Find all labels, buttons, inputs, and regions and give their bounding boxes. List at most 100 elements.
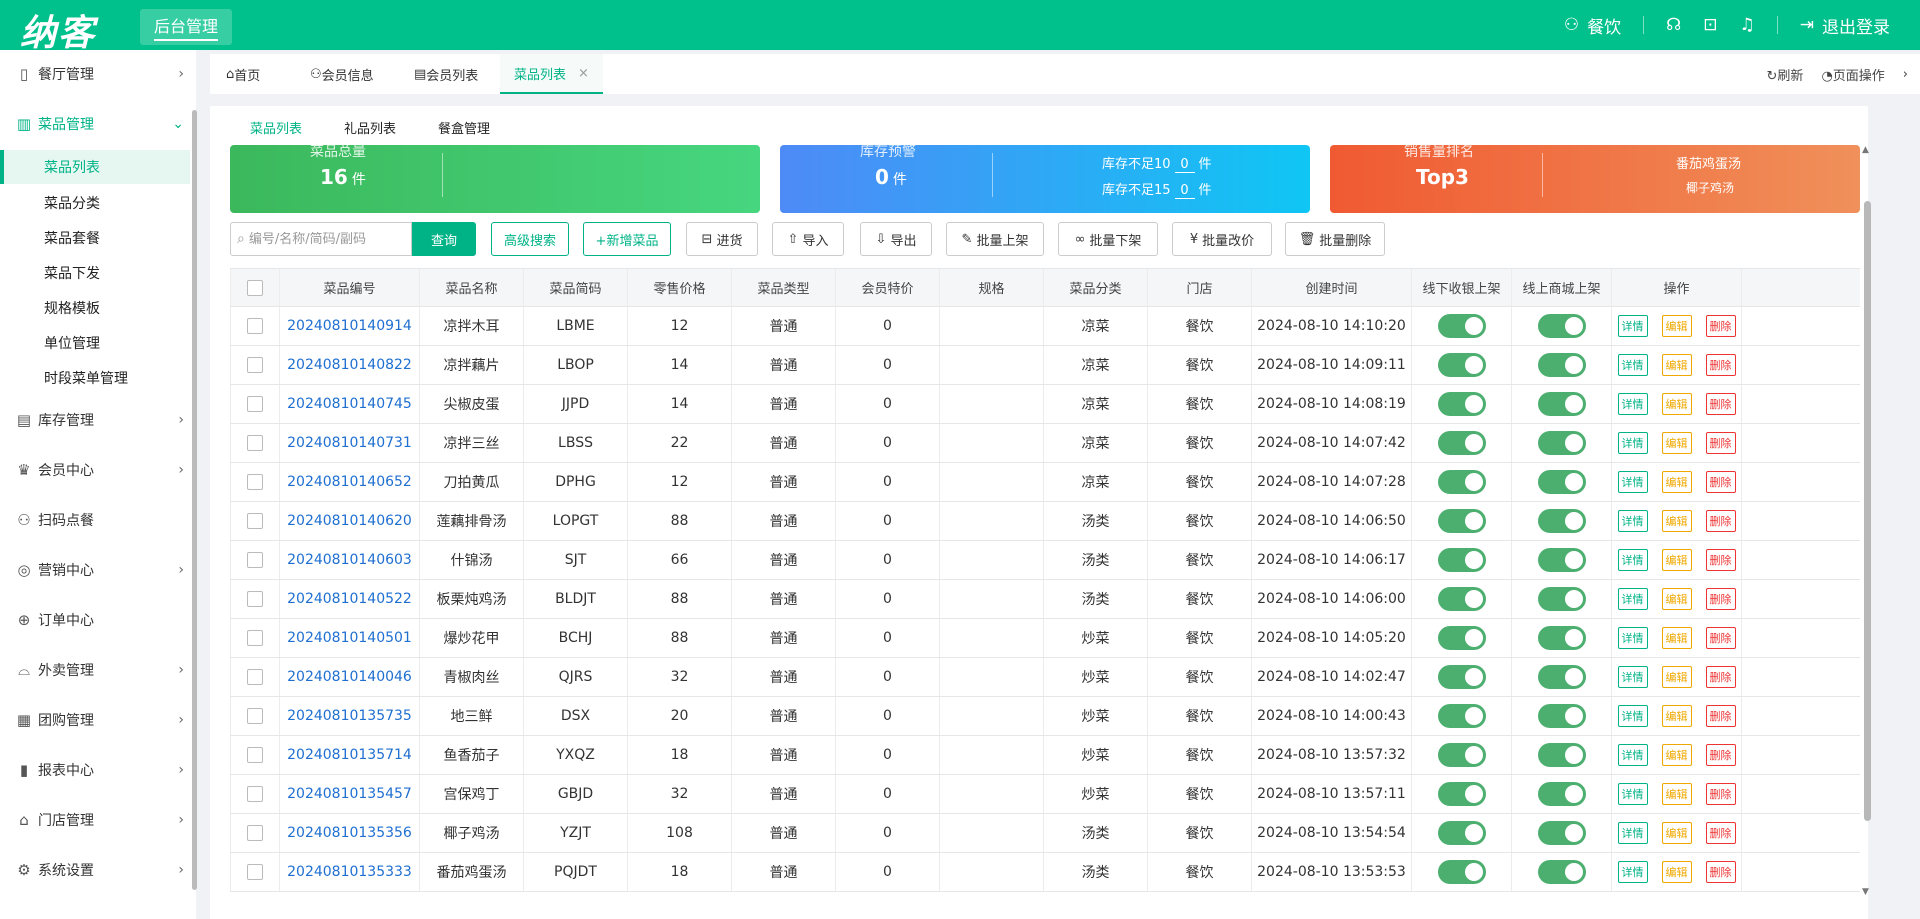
row-checkbox[interactable]	[247, 747, 263, 763]
delete-button[interactable]: 删除	[1705, 666, 1736, 688]
sidebar-sub-time-menu[interactable]: 时段菜单管理	[0, 361, 190, 395]
delete-button[interactable]: 删除	[1705, 315, 1736, 337]
offline-shelf-toggle[interactable]	[1437, 392, 1486, 416]
online-shelf-toggle[interactable]	[1537, 704, 1586, 728]
subtab-dish-list[interactable]: 菜品列表	[250, 118, 302, 137]
select-all-checkbox[interactable]	[247, 279, 263, 296]
delete-button[interactable]: 删除	[1705, 393, 1736, 415]
detail-button[interactable]: 详情	[1617, 588, 1648, 610]
row-checkbox[interactable]	[247, 708, 263, 724]
add-dish-button[interactable]: +新增菜品	[583, 222, 671, 256]
batch-off-button[interactable]: ∞ 批量下架	[1058, 222, 1158, 256]
offline-shelf-toggle[interactable]	[1437, 821, 1486, 845]
scroll-up-icon[interactable]: ▲	[1862, 145, 1869, 155]
offline-shelf-toggle[interactable]	[1437, 743, 1486, 767]
cell-code[interactable]: 20240810135735	[280, 697, 420, 735]
row-checkbox[interactable]	[247, 357, 263, 373]
detail-button[interactable]: 详情	[1617, 744, 1648, 766]
sidebar-item-group-buy[interactable]: ▦ 团购管理 ›	[0, 702, 190, 738]
online-shelf-toggle[interactable]	[1537, 587, 1586, 611]
user-menu[interactable]: ⚇ 餐饮	[1564, 13, 1621, 38]
online-shelf-toggle[interactable]	[1537, 821, 1586, 845]
import-button[interactable]: ⇧ 导入	[772, 222, 844, 256]
detail-button[interactable]: 详情	[1617, 783, 1648, 805]
subtab-box-manage[interactable]: 餐盒管理	[438, 118, 490, 137]
cell-code[interactable]: 20240810140652	[280, 463, 420, 501]
row-checkbox[interactable]	[247, 318, 263, 334]
offline-shelf-toggle[interactable]	[1437, 782, 1486, 806]
sidebar-sub-dish-dispatch[interactable]: 菜品下发	[0, 256, 190, 290]
row-checkbox[interactable]	[247, 513, 263, 529]
delete-button[interactable]: 删除	[1705, 588, 1736, 610]
detail-button[interactable]: 详情	[1617, 627, 1648, 649]
cell-code[interactable]: 20240810140731	[280, 424, 420, 462]
row-checkbox[interactable]	[247, 552, 263, 568]
logout-button[interactable]: ⇥ 退出登录	[1800, 13, 1890, 38]
export-button[interactable]: ⇩ 导出	[860, 222, 932, 256]
row-checkbox[interactable]	[247, 864, 263, 880]
stock-in-button[interactable]: ⊟ 进货	[686, 222, 758, 256]
batch-delete-button[interactable]: 🗑 批量删除	[1285, 222, 1385, 256]
edit-button[interactable]: 编辑	[1661, 705, 1692, 727]
cell-code[interactable]: 20240810140914	[280, 307, 420, 345]
offline-shelf-toggle[interactable]	[1437, 431, 1486, 455]
delete-button[interactable]: 删除	[1705, 432, 1736, 454]
delete-button[interactable]: 删除	[1705, 549, 1736, 571]
sidebar-sub-dish-list[interactable]: 菜品列表	[0, 150, 190, 184]
sidebar-item-dishes[interactable]: ▥ 菜品管理 ⌄	[0, 106, 190, 142]
offline-shelf-toggle[interactable]	[1437, 587, 1486, 611]
row-checkbox[interactable]	[247, 825, 263, 841]
sidebar-item-scan-order[interactable]: ⚇ 扫码点餐	[0, 502, 190, 538]
edit-button[interactable]: 编辑	[1661, 510, 1692, 532]
online-shelf-toggle[interactable]	[1537, 470, 1586, 494]
cell-code[interactable]: 20240810140620	[280, 502, 420, 540]
cell-code[interactable]: 20240810135333	[280, 853, 420, 891]
detail-button[interactable]: 详情	[1617, 315, 1648, 337]
row-checkbox[interactable]	[247, 786, 263, 802]
edit-button[interactable]: 编辑	[1661, 861, 1692, 883]
offline-shelf-toggle[interactable]	[1437, 704, 1486, 728]
edit-button[interactable]: 编辑	[1661, 315, 1692, 337]
row-checkbox[interactable]	[247, 396, 263, 412]
headset-icon[interactable]: ☊	[1666, 15, 1681, 35]
batch-price-button[interactable]: ¥ 批量改价	[1172, 222, 1272, 256]
delete-button[interactable]: 删除	[1705, 627, 1736, 649]
sidebar-item-settings[interactable]: ⚙ 系统设置 ›	[0, 852, 190, 888]
tab-home[interactable]: ⌂ 首页	[226, 54, 260, 94]
offline-shelf-toggle[interactable]	[1437, 470, 1486, 494]
edit-button[interactable]: 编辑	[1661, 588, 1692, 610]
sidebar-item-inventory[interactable]: ▤ 库存管理 ›	[0, 402, 190, 438]
sidebar-sub-unit[interactable]: 单位管理	[0, 326, 190, 360]
scroll-thumb[interactable]	[1864, 201, 1871, 821]
offline-shelf-toggle[interactable]	[1437, 509, 1486, 533]
chevron-right-icon[interactable]: ›	[1903, 67, 1908, 82]
online-shelf-toggle[interactable]	[1537, 431, 1586, 455]
edit-button[interactable]: 编辑	[1661, 354, 1692, 376]
delete-button[interactable]: 删除	[1705, 822, 1736, 844]
sidebar-scrollbar[interactable]	[192, 110, 197, 890]
detail-button[interactable]: 详情	[1617, 822, 1648, 844]
cell-code[interactable]: 20240810135457	[280, 775, 420, 813]
delete-button[interactable]: 删除	[1705, 783, 1736, 805]
detail-button[interactable]: 详情	[1617, 705, 1648, 727]
offline-shelf-toggle[interactable]	[1437, 665, 1486, 689]
cell-code[interactable]: 20240810140603	[280, 541, 420, 579]
cell-code[interactable]: 20240810135714	[280, 736, 420, 774]
detail-button[interactable]: 详情	[1617, 510, 1648, 532]
online-shelf-toggle[interactable]	[1537, 548, 1586, 572]
query-button[interactable]: 查询	[412, 222, 476, 256]
detail-button[interactable]: 详情	[1617, 861, 1648, 883]
delete-button[interactable]: 删除	[1705, 354, 1736, 376]
detail-button[interactable]: 详情	[1617, 393, 1648, 415]
delete-button[interactable]: 删除	[1705, 744, 1736, 766]
refresh-button[interactable]: ↻刷新	[1767, 65, 1804, 84]
offline-shelf-toggle[interactable]	[1437, 314, 1486, 338]
detail-button[interactable]: 详情	[1617, 549, 1648, 571]
sidebar-item-reports[interactable]: ▮ 报表中心 ›	[0, 752, 190, 788]
online-shelf-toggle[interactable]	[1537, 392, 1586, 416]
sidebar-item-delivery[interactable]: ⌓ 外卖管理 ›	[0, 652, 190, 688]
online-shelf-toggle[interactable]	[1537, 782, 1586, 806]
edit-button[interactable]: 编辑	[1661, 744, 1692, 766]
online-shelf-toggle[interactable]	[1537, 665, 1586, 689]
edit-button[interactable]: 编辑	[1661, 627, 1692, 649]
